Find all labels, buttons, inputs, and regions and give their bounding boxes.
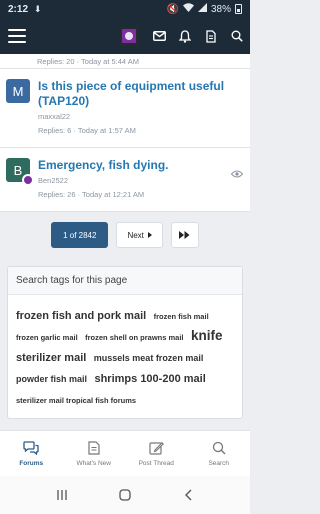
avatar[interactable]: B [6,158,34,186]
nav-forums[interactable]: Forums [0,431,63,476]
tag-link[interactable]: frozen shell on prawns mail [85,333,183,342]
post-thread-icon [149,441,164,455]
wifi-icon [182,3,194,15]
tag-link[interactable]: knife [191,328,223,343]
thread-title[interactable]: Is this piece of equipment useful (TAP12… [38,79,242,109]
tag-link[interactable]: frozen garlic mail [16,333,78,342]
app-header [0,18,250,54]
thread-row[interactable]: B Emergency, fish dying. Ben2522 Replies… [0,148,250,212]
user-badge-icon [22,174,34,186]
back-icon[interactable] [178,485,198,505]
thread-title[interactable]: Emergency, fish dying. [38,158,242,173]
thread-meta: Replies: 26 · Today at 12:21 AM [38,190,145,199]
chevron-right-icon [147,232,152,238]
battery-icon [235,4,242,14]
tag-link[interactable]: frozen fish mail [154,312,209,321]
download-icon: ⬇ [34,3,42,14]
tags-panel: Search tags for this page frozen fish an… [7,266,243,419]
nav-label: What's New [76,459,111,467]
status-time: 2:12 [8,3,29,15]
last-page-button[interactable] [170,222,199,248]
tag-cloud: frozen fish and pork mail frozen fish ma… [8,295,242,418]
pagination: 1 of 2842 Next [0,222,250,248]
status-icons: 🔇 38% [167,3,242,15]
bottom-nav: Forums What's New Post Thread Search [0,430,250,476]
bell-icon[interactable] [178,29,192,43]
nav-search[interactable]: Search [188,431,251,476]
tag-link[interactable]: frozen fish and pork mail [16,310,146,322]
next-label: Next [127,230,144,240]
nav-post-thread[interactable]: Post Thread [125,431,188,476]
battery-percent: 38% [210,3,231,15]
eye-icon [230,165,244,183]
thread-meta: Replies: 6 · Today at 1:57 AM [38,126,136,135]
mail-icon[interactable] [152,29,166,43]
whats-new-icon [88,440,100,455]
system-nav-bar [0,476,250,514]
thread-row[interactable]: M Is this piece of equipment useful (TAP… [0,69,250,148]
forums-icon [23,440,39,455]
thread-partial: Replies: 20 · Today at 5:44 AM [0,54,250,69]
main-content: Replies: 20 · Today at 5:44 AM M Is this… [0,54,250,430]
page-indicator[interactable]: 1 of 2842 [51,222,109,248]
fast-forward-icon [179,231,190,239]
document-icon[interactable] [204,29,218,43]
thread-meta: Replies: 20 · Today at 5:44 AM [37,56,140,66]
thread-author[interactable]: Ben2522 [38,176,242,185]
tag-link[interactable]: shrimps 100-200 mail [94,373,205,385]
nav-label: Forums [19,459,44,467]
tags-heading: Search tags for this page [8,267,242,295]
thread-author[interactable]: maxxal22 [38,112,242,121]
avatar[interactable]: M [6,79,30,103]
recent-apps-icon[interactable] [52,485,72,505]
nav-label: Search [208,459,230,467]
search-icon[interactable] [230,29,244,43]
avatar-letter: B [13,162,23,178]
signal-icon [197,3,207,15]
status-bar: 2:12 ⬇ 🔇 38% [0,0,250,18]
next-page-button[interactable]: Next [116,222,163,248]
tag-link[interactable]: powder fish mail [16,374,87,384]
avatar-letter: M [12,83,24,99]
mute-icon: 🔇 [166,3,179,15]
menu-icon[interactable] [8,29,26,43]
nav-whats-new[interactable]: What's New [63,431,126,476]
tag-link[interactable]: sterilizer mail tropical fish forums [16,396,136,405]
home-icon[interactable] [115,485,135,505]
tag-link[interactable]: mussels meat frozen mail [94,353,204,363]
tag-link[interactable]: sterilizer mail [16,352,86,364]
search-icon [212,441,226,454]
nav-label: Post Thread [138,459,174,467]
site-logo[interactable] [120,27,138,45]
